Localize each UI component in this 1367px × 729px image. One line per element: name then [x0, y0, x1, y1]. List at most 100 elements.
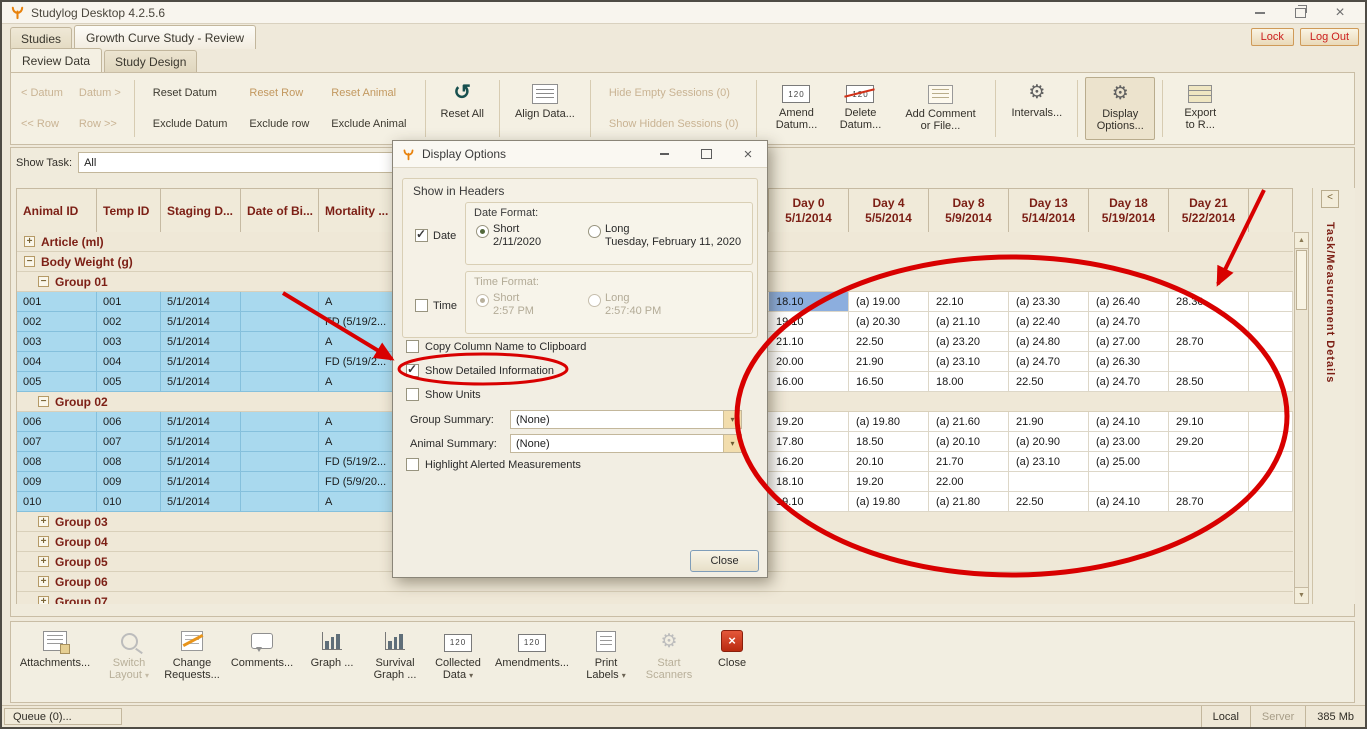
measurement-cell[interactable]: 22.10	[929, 292, 1009, 312]
scroll-down-button[interactable]: ▼	[1295, 587, 1308, 603]
column-header-day18[interactable]: Day 18 5/19/2014	[1089, 189, 1169, 233]
chevron-down-icon[interactable]: ▾	[723, 435, 741, 452]
measurement-cell[interactable]: (a) 23.30	[1009, 292, 1089, 312]
staging-date-cell[interactable]: 5/1/2014	[161, 372, 241, 392]
birth-date-cell[interactable]	[241, 492, 319, 512]
tab-studies[interactable]: Studies	[10, 27, 73, 49]
measurement-cell[interactable]: (a) 24.10	[1089, 412, 1169, 432]
measurement-cell[interactable]: 29.20	[1169, 432, 1249, 452]
start-scanners-button[interactable]: ⚙ Start Scanners	[644, 629, 694, 682]
measurement-cell[interactable]: (a) 21.60	[929, 412, 1009, 432]
graph-button[interactable]: Graph ...	[307, 629, 357, 669]
highlight-alerted-checkbox[interactable]	[406, 458, 419, 471]
measurement-cell[interactable]: (a) 24.80	[1009, 332, 1089, 352]
measurement-cell[interactable]: (a) 23.10	[929, 352, 1009, 372]
measurement-cell[interactable]: (a) 23.00	[1089, 432, 1169, 452]
birth-date-cell[interactable]	[241, 312, 319, 332]
staging-date-cell[interactable]: 5/1/2014	[161, 312, 241, 332]
measurement-cell[interactable]: (a) 23.10	[1009, 452, 1089, 472]
reset-all-button[interactable]: ↺ Reset All	[433, 77, 492, 140]
temp-id-cell[interactable]: 001	[97, 292, 161, 312]
display-options-button[interactable]: ⚙ Display Options...	[1085, 77, 1156, 140]
measurement-cell[interactable]: (a) 27.00	[1089, 332, 1169, 352]
print-labels-button[interactable]: Print Labels ▾	[581, 629, 631, 682]
measurement-cell[interactable]: (a) 26.30	[1089, 352, 1169, 372]
collapse-icon[interactable]: −	[24, 256, 35, 267]
measurement-cell[interactable]: (a) 20.30	[849, 312, 929, 332]
mortality-cell[interactable]: FD (5/19/2...	[319, 312, 395, 332]
logout-button[interactable]: Log Out	[1299, 28, 1359, 46]
measurement-cell[interactable]	[1169, 472, 1249, 492]
attachments-button[interactable]: Attachments...	[19, 629, 91, 669]
survival-graph-button[interactable]: Survival Graph ...	[370, 629, 420, 681]
selected-measurement-cell[interactable]: 18.10	[769, 292, 849, 312]
hide-empty-sessions-button[interactable]: Hide Empty Sessions (0)	[609, 87, 739, 99]
column-header-animal-id[interactable]: Animal ID	[17, 189, 97, 233]
dialog-close-button[interactable]: ×	[742, 146, 754, 163]
tab-growth-curve-study-review[interactable]: Growth Curve Study - Review	[74, 25, 257, 49]
measurement-cell[interactable]	[1169, 352, 1249, 372]
group-summary-combobox[interactable]: (None) ▾	[510, 410, 742, 429]
chevron-down-icon[interactable]: ▾	[723, 411, 741, 428]
align-data-button[interactable]: Align Data...	[507, 77, 583, 140]
add-comment-or-file-button[interactable]: Add Comment or File...	[892, 77, 988, 140]
temp-id-cell[interactable]: 005	[97, 372, 161, 392]
measurement-cell[interactable]: (a) 23.20	[929, 332, 1009, 352]
next-row-button[interactable]: Row >>	[79, 118, 121, 130]
staging-date-cell[interactable]: 5/1/2014	[161, 412, 241, 432]
column-header-day4[interactable]: Day 4 5/5/2014	[849, 189, 929, 233]
measurement-cell[interactable]: 20.00	[769, 352, 849, 372]
measurement-cell[interactable]: (a) 25.00	[1089, 452, 1169, 472]
measurement-cell[interactable]: (a) 20.10	[929, 432, 1009, 452]
temp-id-cell[interactable]: 004	[97, 352, 161, 372]
measurement-cell[interactable]: 18.00	[929, 372, 1009, 392]
temp-id-cell[interactable]: 008	[97, 452, 161, 472]
measurement-cell[interactable]: 22.50	[849, 332, 929, 352]
reset-row-button[interactable]: Reset Row	[249, 87, 309, 99]
measurement-cell[interactable]: (a) 24.70	[1089, 372, 1169, 392]
expand-icon[interactable]: +	[38, 536, 49, 547]
show-units-checkbox[interactable]	[406, 388, 419, 401]
amend-datum-button[interactable]: Amend Datum...	[764, 77, 828, 140]
next-datum-button[interactable]: Datum >	[79, 87, 121, 99]
column-header-day13[interactable]: Day 13 5/14/2014	[1009, 189, 1089, 233]
animal-id-cell[interactable]: 006	[17, 412, 97, 432]
measurement-cell[interactable]: 20.10	[849, 452, 929, 472]
exclude-datum-button[interactable]: Exclude Datum	[153, 118, 228, 130]
animal-id-cell[interactable]: 003	[17, 332, 97, 352]
dialog-title-bar[interactable]: Display Options ×	[393, 141, 767, 168]
show-detailed-information-checkbox[interactable]	[406, 362, 419, 377]
chevron-left-icon[interactable]: <	[1321, 190, 1339, 208]
measurement-cell[interactable]: (a) 19.80	[849, 492, 929, 512]
copy-column-name-checkbox[interactable]	[406, 340, 419, 353]
column-header-birth-date[interactable]: Date of Bi...	[241, 189, 319, 233]
prev-datum-button[interactable]: < Datum	[21, 87, 63, 99]
measurement-cell[interactable]: 28.70	[1169, 492, 1249, 512]
temp-id-cell[interactable]: 002	[97, 312, 161, 332]
measurement-cell[interactable]: 18.10	[769, 472, 849, 492]
animal-id-cell[interactable]: 002	[17, 312, 97, 332]
expand-icon[interactable]: +	[38, 596, 49, 604]
measurement-cell[interactable]	[1169, 452, 1249, 472]
change-requests-button[interactable]: Change Requests...	[164, 629, 220, 681]
mortality-cell[interactable]: FD (5/9/20...	[319, 472, 395, 492]
comments-button[interactable]: Comments...	[230, 629, 294, 669]
measurement-cell[interactable]: 22.00	[929, 472, 1009, 492]
measurement-cell[interactable]	[1009, 472, 1089, 492]
measurement-cell[interactable]: (a) 20.90	[1009, 432, 1089, 452]
column-header-day0[interactable]: Day 0 5/1/2014	[769, 189, 849, 233]
tab-study-design[interactable]: Study Design	[104, 50, 198, 72]
measurement-cell[interactable]: 28.50	[1169, 372, 1249, 392]
animal-id-cell[interactable]: 010	[17, 492, 97, 512]
measurement-cell[interactable]	[1089, 472, 1169, 492]
dialog-minimize-button[interactable]	[658, 148, 670, 160]
measurement-cell[interactable]: 18.50	[849, 432, 929, 452]
minimize-button[interactable]	[1253, 6, 1267, 20]
mortality-cell[interactable]: A	[319, 492, 395, 512]
column-header-staging-date[interactable]: Staging D...	[161, 189, 241, 233]
tab-review-data[interactable]: Review Data	[10, 48, 103, 72]
temp-id-cell[interactable]: 006	[97, 412, 161, 432]
delete-datum-button[interactable]: Delete Datum...	[828, 77, 892, 140]
queue-status[interactable]: Queue (0)...	[4, 708, 122, 725]
exclude-animal-button[interactable]: Exclude Animal	[331, 118, 406, 130]
